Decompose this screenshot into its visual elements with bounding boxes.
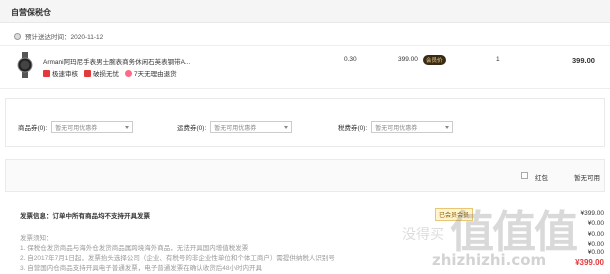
shipping-coupon: 运费券(0): 暂无可用优惠券 xyxy=(177,121,293,133)
badge-speed-review: 极速审核 xyxy=(43,68,78,78)
tax-rate: 0.30 xyxy=(344,56,357,63)
badge-7day-return: 7天无理由退货 xyxy=(125,68,177,78)
delivery-text: 预计送达时间：2020-11-12 xyxy=(25,34,104,41)
warehouse-section-header: 自营保税仓 xyxy=(0,0,610,23)
summary-amount: ¥0.00 xyxy=(587,231,604,238)
red-packet-value: 暂无可用 xyxy=(574,175,600,182)
summary-goods-amount: ¥399.00 xyxy=(580,210,605,217)
invoice-info: 发票信息：订单中所有商品均不支持开具发票 xyxy=(20,213,150,220)
service-badges: 极速审核 破损无忧 7天无理由退货 xyxy=(43,68,177,78)
shipping-coupon-select[interactable]: 暂无可用优惠券 xyxy=(210,121,293,133)
radio-icon[interactable] xyxy=(14,32,21,40)
watermark-url: zhizhizhi.com xyxy=(432,251,547,269)
section-title: 自营保税仓 xyxy=(11,8,51,17)
watch-product-image[interactable] xyxy=(17,52,33,78)
goods-coupon: 商品券(0): 暂无可用优惠券 xyxy=(18,121,134,133)
tax-coupon: 税费券(0): 暂无可用优惠券 xyxy=(338,121,454,133)
select-value: 暂无可用优惠券 xyxy=(55,125,98,132)
coupon-section: 商品券(0): 暂无可用优惠券 运费券(0): 暂无可用优惠券 税费券(0): … xyxy=(5,98,605,147)
badge-label: 极速审核 xyxy=(52,71,78,78)
coupon-label: 商品券(0): xyxy=(18,125,48,132)
badge-damage-free: 破损无忧 xyxy=(84,68,119,78)
summary-amount: ¥0.00 xyxy=(587,249,604,256)
member-price-badge: 会员价 xyxy=(423,55,446,65)
vip-member-link[interactable]: 已会员会员 xyxy=(435,208,474,221)
summary-amount: ¥0.00 xyxy=(587,220,604,227)
coupon-label: 运费券(0): xyxy=(177,125,207,132)
chevron-down-icon xyxy=(445,125,450,129)
order-item-row: Armani阿玛尼手表男士腕表商务休闲石英表钢带A... 极速审核 破损无忧 7… xyxy=(0,45,610,89)
payable-total: ¥399.00 xyxy=(575,258,604,267)
invoice-note: 2. 自2017年7月1日起，发票抬头选择公司（企业、有税号的非企业性单位和个体… xyxy=(20,255,335,262)
select-value: 暂无可用优惠券 xyxy=(375,125,418,132)
badge-label: 7天无理由退货 xyxy=(134,71,177,78)
red-packet-checkbox[interactable] xyxy=(521,172,528,179)
item-total: 399.00 xyxy=(572,56,595,65)
invoice-note: 1. 保税仓发货商品与海外仓发货商品属跨境海外商品，无法开具国内增值税发票 xyxy=(20,245,249,252)
chevron-down-icon xyxy=(284,125,289,129)
badge-label: 破损无忧 xyxy=(93,71,119,78)
select-value: 暂无可用优惠券 xyxy=(214,125,257,132)
chevron-down-icon xyxy=(125,125,130,129)
red-packet-label: 红包 xyxy=(535,175,548,182)
shield-icon xyxy=(84,69,91,77)
red-packet-bar: 红包 暂无可用 xyxy=(5,159,605,192)
coupon-label: 税费券(0): xyxy=(338,125,368,132)
summary-amount: ¥0.00 xyxy=(587,241,604,248)
invoice-note: 3. 自营国内仓商品支持开具电子普通发票，电子普通发票在确认收货后48小时内开具 xyxy=(20,265,262,272)
return-icon xyxy=(125,69,132,77)
unit-price: 399.00 xyxy=(398,56,418,63)
quantity: 1 xyxy=(496,56,500,63)
delivery-time[interactable]: 预计送达时间：2020-11-12 xyxy=(14,31,103,41)
product-name-link[interactable]: Armani阿玛尼手表男士腕表商务休闲石英表钢带A... xyxy=(43,56,190,66)
speed-icon xyxy=(43,69,50,77)
goods-coupon-select[interactable]: 暂无可用优惠券 xyxy=(51,121,134,133)
tax-coupon-select[interactable]: 暂无可用优惠券 xyxy=(371,121,454,133)
watermark-logo: 值值值 xyxy=(450,207,578,258)
watermark-text: 没得买 xyxy=(402,227,444,243)
invoice-notes-heading: 发票须知： xyxy=(20,235,53,242)
